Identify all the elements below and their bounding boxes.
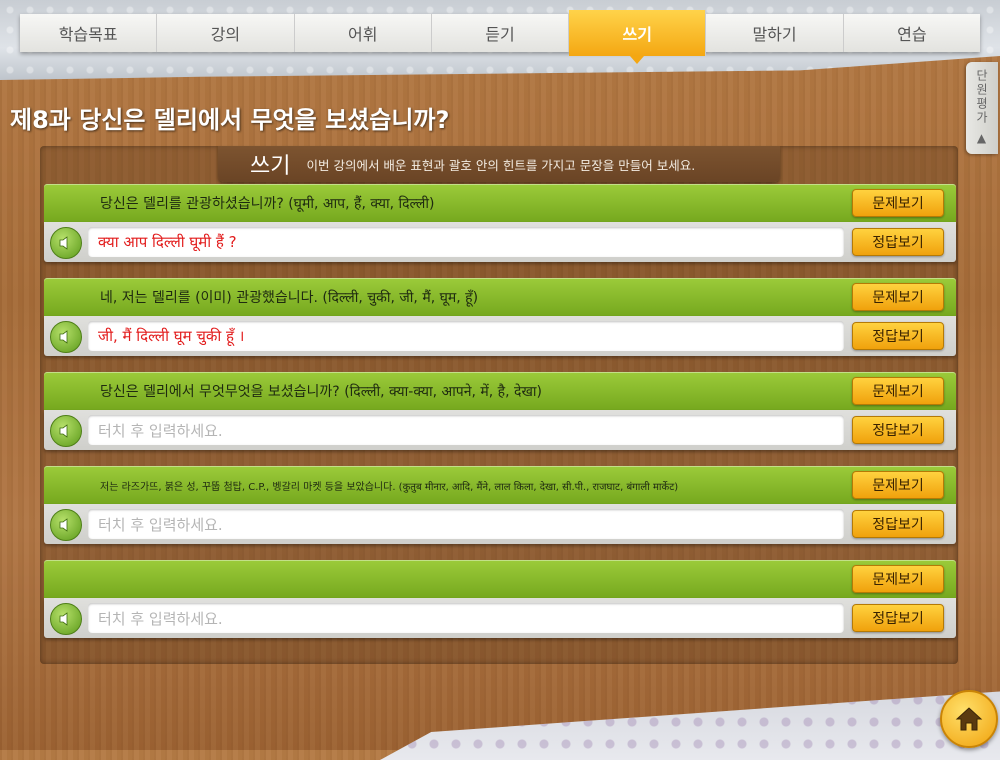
speaker-icon[interactable]: [50, 321, 82, 353]
exercise-item-4: 저는 라즈가뜨, 붉은 성, 꾸뚭 첨탑, C.P., 벵갈리 마켓 등을 보았…: [44, 466, 956, 548]
main-tab-bar: 학습목표 강의 어휘 듣기 쓰기 말하기 연습: [20, 10, 980, 64]
section-header: 쓰기 이번 강의에서 배운 표현과 괄호 안의 힌트를 가지고 문장을 만들어 …: [218, 146, 780, 182]
section-title: 쓰기: [250, 154, 291, 179]
tab-practice[interactable]: 연습: [844, 14, 980, 52]
exercise-item-5: 문제보기 터치 후 입력하세요. 정답보기: [44, 560, 956, 642]
question-bar: 저는 라즈가뜨, 붉은 성, 꾸뚭 첨탑, C.P., 벵갈리 마켓 등을 보았…: [44, 466, 956, 504]
exercise-item-3: 당신은 델리에서 무엇무엇을 보셨습니까? (दिल्ली, क्या-क्या…: [44, 372, 956, 454]
show-question-button[interactable]: 문제보기: [852, 377, 944, 405]
show-answer-button[interactable]: 정답보기: [852, 228, 944, 256]
answer-bar: 터치 후 입력하세요. 정답보기: [44, 504, 956, 544]
show-answer-button[interactable]: 정답보기: [852, 322, 944, 350]
question-text: 당신은 델리를 관광하셨습니까? (घूमी, आप, हैं, क्या, द…: [100, 196, 435, 212]
exercise-item-1: 당신은 델리를 관광하셨습니까? (घूमी, आप, हैं, क्या, द…: [44, 184, 956, 266]
answer-input[interactable]: जी, मैं दिल्ली घूम चुकी हूँ ।: [88, 321, 844, 351]
answer-bar: जी, मैं दिल्ली घूम चुकी हूँ । 정답보기: [44, 316, 956, 356]
show-answer-button[interactable]: 정답보기: [852, 510, 944, 538]
question-text: 저는 라즈가뜨, 붉은 성, 꾸뚭 첨탑, C.P., 벵갈리 마켓 등을 보았…: [100, 481, 679, 493]
speaker-icon[interactable]: [50, 509, 82, 541]
home-button[interactable]: [940, 690, 998, 748]
page-title: 제8과 당신은 델리에서 무엇을 보셨습니까?: [10, 106, 450, 134]
answer-input[interactable]: क्या आप दिल्ली घूमी हैं ?: [88, 227, 844, 257]
show-answer-button[interactable]: 정답보기: [852, 604, 944, 632]
show-question-button[interactable]: 문제보기: [852, 565, 944, 593]
answer-bar: क्या आप दिल्ली घूमी हैं ? 정답보기: [44, 222, 956, 262]
question-bar: 네, 저는 델리를 (이미) 관광했습니다. (दिल्ली, चुकी, जी…: [44, 278, 956, 316]
question-bar: 당신은 델리에서 무엇무엇을 보셨습니까? (दिल्ली, क्या-क्या…: [44, 372, 956, 410]
question-bar: 당신은 델리를 관광하셨습니까? (घूमी, आप, हैं, क्या, द…: [44, 184, 956, 222]
tab-writing[interactable]: 쓰기: [569, 10, 707, 64]
home-icon: [955, 707, 983, 731]
unit-test-side-tab[interactable]: 단원평가 ▲: [966, 62, 998, 154]
answer-input[interactable]: 터치 후 입력하세요.: [88, 415, 844, 445]
exercise-item-2: 네, 저는 델리를 (이미) 관광했습니다. (दिल्ली, चुकी, जी…: [44, 278, 956, 360]
question-text: 당신은 델리에서 무엇무엇을 보셨습니까? (दिल्ली, क्या-क्या…: [100, 384, 542, 400]
tab-vocabulary[interactable]: 어휘: [295, 14, 432, 52]
speaker-icon[interactable]: [50, 415, 82, 447]
tab-learning-goals[interactable]: 학습목표: [20, 14, 158, 52]
show-answer-button[interactable]: 정답보기: [852, 416, 944, 444]
section-description: 이번 강의에서 배운 표현과 괄호 안의 힌트를 가지고 문장을 만들어 보세요…: [306, 157, 696, 173]
tab-lecture[interactable]: 강의: [157, 14, 295, 52]
answer-input[interactable]: 터치 후 입력하세요.: [88, 603, 844, 633]
tab-listening[interactable]: 듣기: [432, 14, 570, 52]
speaker-icon[interactable]: [50, 603, 82, 635]
speaker-icon[interactable]: [50, 227, 82, 259]
answer-input[interactable]: 터치 후 입력하세요.: [88, 509, 844, 539]
answer-bar: 터치 후 입력하세요. 정답보기: [44, 410, 956, 450]
question-text: 네, 저는 델리를 (이미) 관광했습니다. (दिल्ली, चुकी, जी…: [100, 290, 479, 306]
tab-speaking[interactable]: 말하기: [706, 14, 844, 52]
show-question-button[interactable]: 문제보기: [852, 471, 944, 499]
show-question-button[interactable]: 문제보기: [852, 189, 944, 217]
show-question-button[interactable]: 문제보기: [852, 283, 944, 311]
question-bar: 문제보기: [44, 560, 956, 598]
answer-bar: 터치 후 입력하세요. 정답보기: [44, 598, 956, 638]
